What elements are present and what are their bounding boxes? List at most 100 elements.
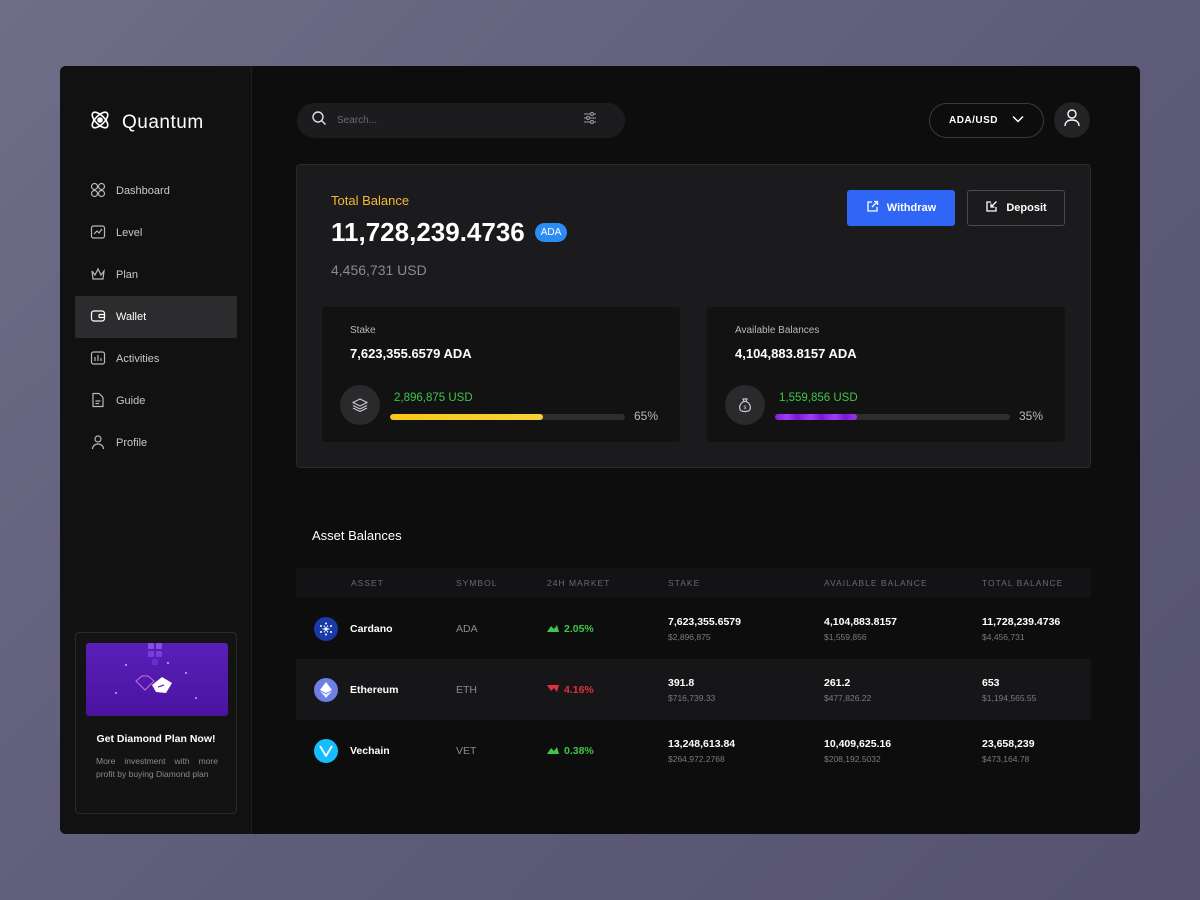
ethereum-coin-icon: [314, 677, 338, 702]
currency-pair-label: ADA/USD: [948, 115, 999, 126]
total-cell: 11,728,239.4736 $4,456,731: [982, 616, 1091, 642]
stake-progress-fill: [390, 414, 543, 420]
available-label: Available Balances: [735, 325, 820, 336]
available-cell: 261.2 $477,826.22: [824, 677, 982, 703]
asset-symbol: VET: [456, 744, 477, 757]
diamond-illustration: [86, 643, 228, 716]
column-header-total[interactable]: TOTAL BALANCE: [982, 578, 1091, 588]
sidebar-item-label: Plan: [116, 269, 139, 281]
table-row[interactable]: Ethereum ETH 4.16% 391.8 $716,739.33 261…: [296, 659, 1091, 720]
stake-usd-amount: $2,896,875: [668, 631, 711, 642]
available-usd-amount: $477,826.22: [824, 692, 872, 703]
currency-pair-select[interactable]: ADA/USD: [929, 103, 1044, 138]
sidebar-item-activities[interactable]: Activities: [75, 338, 237, 380]
crown-icon: [90, 266, 106, 285]
deposit-button[interactable]: Deposit: [967, 190, 1065, 226]
chevron-down-icon: [1012, 115, 1024, 126]
market-change: 0.38%: [547, 745, 668, 757]
trend-down-icon: [547, 684, 559, 696]
asset-name: Cardano: [350, 622, 393, 635]
stake-usd-amount: $716,739.33: [668, 692, 716, 703]
sidebar-item-wallet[interactable]: Wallet: [75, 296, 237, 338]
total-usd-amount: $1,194,565.55: [982, 692, 1037, 703]
asset-name: Vechain: [350, 744, 390, 757]
search-icon: [311, 110, 327, 131]
available-progress-fill: [775, 414, 858, 420]
stake-cell: 391.8 $716,739.33: [668, 677, 824, 703]
table-row[interactable]: Cardano ADA 2.05% 7,623,355.6579 $2,896,…: [296, 598, 1091, 659]
market-change-value: 0.38%: [564, 744, 594, 757]
promo-description: More investment with more profit by buyi…: [96, 756, 218, 779]
asset-balances-table: ASSET SYMBOL 24H MARKET STAKE AVAILABLE …: [296, 568, 1091, 781]
bar-chart-icon: [90, 350, 106, 369]
column-header-symbol[interactable]: SYMBOL: [456, 578, 547, 588]
sidebar-item-level[interactable]: Level: [75, 212, 237, 254]
filter-icon[interactable]: [583, 111, 597, 130]
stake-usd: 2,896,875 USD: [394, 392, 473, 404]
available-balance-card: Available Balances 4,104,883.8157 ADA $ …: [707, 307, 1065, 442]
market-change-value: 4.16%: [564, 683, 594, 696]
column-header-asset[interactable]: ASSET: [296, 578, 456, 588]
total-cell: 23,658,239 $473,164.78: [982, 738, 1091, 764]
total-balance-value: 11,728,239.4736: [331, 217, 525, 247]
stake-label: Stake: [350, 325, 376, 336]
available-usd: 1,559,856 USD: [779, 392, 858, 404]
available-usd-amount: $1,559,856: [824, 631, 867, 642]
available-usd-amount: $208,192.5032: [824, 753, 881, 764]
currency-badge: ADA: [534, 223, 568, 242]
available-value: 4,104,883.8157 ADA: [735, 346, 857, 361]
stake-amount: 13,248,613.84: [668, 737, 736, 750]
total-usd-amount: $4,456,731: [982, 631, 1025, 642]
available-amount: 10,409,625.16: [824, 737, 892, 750]
layers-icon: [340, 385, 380, 425]
total-cell: 653 $1,194,565.55: [982, 677, 1091, 703]
stake-progress-bar: [390, 414, 625, 420]
sidebar-nav: Dashboard Level Plan Wallet Activities G…: [75, 170, 237, 464]
total-balance-label: Total Balance: [331, 193, 410, 208]
sidebar-item-label: Level: [116, 227, 143, 239]
sidebar-item-label: Dashboard: [116, 185, 170, 197]
total-balance-card: Total Balance 11,728,239.4736 ADA 4,456,…: [296, 164, 1091, 468]
total-balance-usd: 4,456,731 USD: [331, 262, 427, 278]
stake-card: Stake 7,623,355.6579 ADA 2,896,875 USD 6…: [322, 307, 680, 442]
trend-up-icon: [547, 745, 559, 757]
market-cell: 0.38%: [547, 745, 668, 757]
available-amount: 261.2: [824, 676, 851, 689]
market-change-value: 2.05%: [564, 622, 594, 635]
logo[interactable]: Quantum: [88, 108, 204, 137]
column-header-stake[interactable]: STAKE: [668, 578, 824, 588]
stake-usd-amount: $264,972.2768: [668, 753, 725, 764]
column-header-available[interactable]: AVAILABLE BALANCE: [824, 578, 982, 588]
available-percent: 35%: [1019, 409, 1044, 423]
promo-title: Get Diamond Plan Now!: [96, 733, 216, 745]
promo-card[interactable]: Get Diamond Plan Now! More investment wi…: [75, 632, 237, 814]
withdraw-button[interactable]: Withdraw: [847, 190, 955, 226]
stake-cell: 7,623,355.6579 $2,896,875: [668, 616, 824, 642]
main-content: ADA/USD Total Balance 11,728,239.4736 AD…: [252, 66, 1140, 834]
sidebar-item-plan[interactable]: Plan: [75, 254, 237, 296]
market-change: 2.05%: [547, 623, 668, 635]
search-bar[interactable]: [297, 103, 625, 138]
asset-cell: Cardano: [296, 616, 456, 641]
grid-icon: [90, 182, 106, 201]
asset-cell: Vechain: [296, 738, 456, 763]
cardano-coin-icon: [314, 616, 338, 641]
table-header: ASSET SYMBOL 24H MARKET STAKE AVAILABLE …: [296, 568, 1091, 598]
stake-cell: 13,248,613.84 $264,972.2768: [668, 738, 824, 764]
available-progress-bar: [775, 414, 1010, 420]
column-header-market[interactable]: 24H MARKET: [547, 578, 668, 588]
market-cell: 2.05%: [547, 623, 668, 635]
app-window: Quantum Dashboard Level Plan Wallet Acti…: [60, 66, 1140, 834]
sidebar-item-profile[interactable]: Profile: [75, 422, 237, 464]
sidebar-item-dashboard[interactable]: Dashboard: [75, 170, 237, 212]
stake-amount: 7,623,355.6579: [668, 615, 741, 628]
search-input[interactable]: [337, 115, 577, 126]
deposit-label: Deposit: [1006, 202, 1047, 214]
stake-percent: 65%: [634, 409, 659, 423]
table-row[interactable]: Vechain VET 0.38% 13,248,613.84 $264,972…: [296, 720, 1091, 781]
sidebar-item-guide[interactable]: Guide: [75, 380, 237, 422]
stake-value: 7,623,355.6579 ADA: [350, 346, 472, 361]
user-avatar-button[interactable]: [1054, 102, 1090, 138]
market-cell: 4.16%: [547, 684, 668, 696]
atom-logo-icon: [88, 108, 112, 137]
